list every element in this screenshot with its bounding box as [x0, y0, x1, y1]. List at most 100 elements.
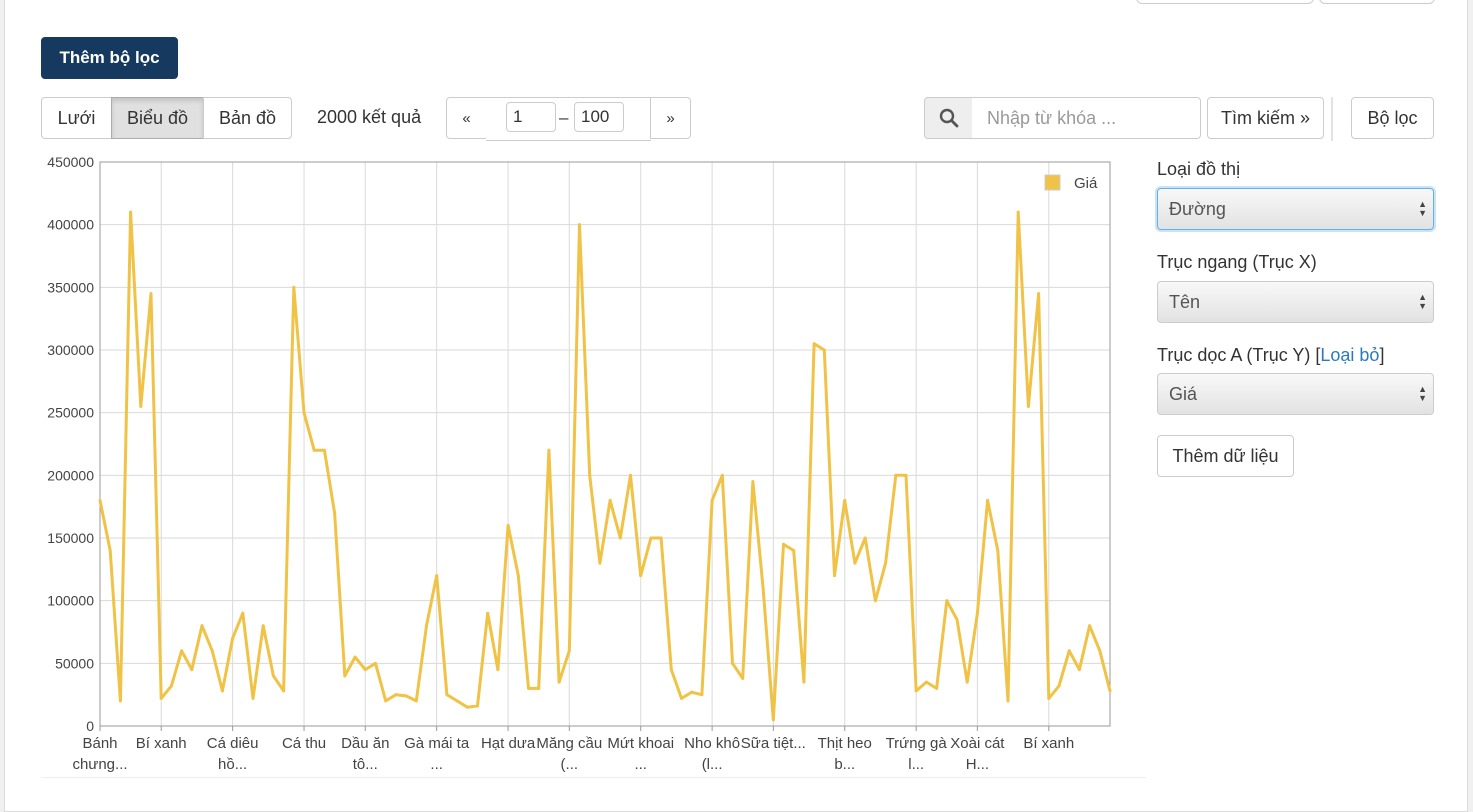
data-point — [1088, 624, 1092, 628]
data-point — [700, 693, 704, 697]
top-button-left[interactable] — [1136, 0, 1314, 4]
view-chart-button[interactable]: Biểu đồ — [111, 97, 204, 139]
data-point — [251, 696, 255, 700]
data-point — [873, 599, 877, 603]
range-separator: – — [559, 108, 569, 127]
y-tick-label: 250000 — [47, 405, 94, 421]
data-point — [629, 473, 633, 477]
y-tick-label: 350000 — [47, 279, 94, 295]
data-point — [710, 498, 714, 502]
data-point — [996, 549, 1000, 553]
data-point — [1077, 668, 1081, 672]
y-tick-label: 300000 — [47, 342, 94, 358]
chart-type-select[interactable]: Đường ▲ ▼ — [1157, 188, 1434, 230]
add-data-button[interactable]: Thêm dữ liệu — [1157, 435, 1294, 477]
data-point — [322, 448, 326, 452]
data-point — [180, 649, 184, 653]
data-point — [690, 690, 694, 694]
y-tick-label: 450000 — [47, 154, 94, 170]
y-tick-label: 150000 — [47, 530, 94, 546]
data-point — [904, 473, 908, 477]
x-tick-label: hồ... — [218, 756, 247, 773]
data-point — [220, 689, 224, 693]
y-tick-label: 100000 — [47, 593, 94, 609]
select-arrows-icon: ▲ ▼ — [1418, 199, 1427, 218]
data-point — [445, 693, 449, 697]
range-to-input[interactable]: 100 — [574, 102, 624, 132]
data-point — [894, 473, 898, 477]
next-page-button[interactable]: » — [650, 97, 691, 139]
x-tick-label: Măng cầu — [536, 735, 602, 752]
select-arrows-icon: ▲ ▼ — [1418, 292, 1427, 311]
data-point — [608, 498, 612, 502]
data-point — [965, 680, 969, 684]
data-point — [169, 684, 173, 688]
data-point — [945, 599, 949, 603]
add-filter-button[interactable]: Thêm bộ lọc — [41, 37, 178, 79]
data-point — [975, 611, 979, 615]
data-point — [618, 536, 622, 540]
data-point — [292, 285, 296, 289]
y-axis-label-text: Trục dọc A (Trục Y) [ — [1157, 345, 1321, 365]
x-tick-label: Bí xanh — [136, 735, 187, 752]
data-point — [924, 680, 928, 684]
filter-button[interactable]: Bộ lọc — [1351, 97, 1434, 139]
data-point — [118, 699, 122, 703]
data-point — [547, 448, 551, 452]
data-point — [588, 473, 592, 477]
x-axis-select[interactable]: Tên ▲ ▼ — [1157, 281, 1434, 323]
data-point — [955, 617, 959, 621]
data-point — [414, 699, 418, 703]
view-map-button[interactable]: Bản đồ — [203, 97, 292, 139]
search-input[interactable]: Nhập từ khóa ... — [972, 97, 1201, 139]
prev-page-button[interactable]: « — [446, 97, 487, 139]
data-point — [455, 699, 459, 703]
data-point — [333, 511, 337, 515]
data-point — [343, 674, 347, 678]
data-point — [863, 536, 867, 540]
data-point — [404, 694, 408, 698]
data-point — [159, 696, 163, 700]
data-point — [812, 342, 816, 346]
select-arrows-icon: ▲ ▼ — [1418, 384, 1427, 403]
y-axis-select[interactable]: Giá ▲ ▼ — [1157, 373, 1434, 415]
data-point — [598, 561, 602, 565]
data-point — [282, 689, 286, 693]
remove-y-axis-link[interactable]: Loại bỏ — [1320, 345, 1379, 365]
search-button[interactable]: Tìm kiếm » — [1207, 97, 1324, 139]
x-tick-label: Nho khô — [684, 735, 740, 752]
data-point — [302, 411, 306, 415]
legend-label: Giá — [1074, 175, 1098, 192]
data-point — [822, 348, 826, 352]
y-tick-label: 50000 — [55, 655, 94, 671]
x-tick-label: Thịt heo — [818, 735, 872, 752]
data-point — [394, 693, 398, 697]
x-tick-label: Bánh — [82, 735, 117, 752]
data-point — [384, 699, 388, 703]
legend-swatch — [1044, 174, 1061, 191]
x-tick-label: Dầu ăn — [341, 735, 389, 752]
data-point — [139, 404, 143, 408]
data-point — [190, 668, 194, 672]
data-point — [577, 223, 581, 227]
data-point — [465, 705, 469, 709]
data-point — [741, 676, 745, 680]
chart-divider — [41, 777, 1146, 778]
data-point — [1108, 689, 1112, 693]
x-tick-label: Cá diêu — [207, 735, 259, 752]
x-tick-label: Trứng gà — [886, 735, 948, 752]
data-point — [98, 498, 102, 502]
y-tick-label: 400000 — [47, 217, 94, 233]
data-point — [496, 668, 500, 672]
x-tick-label: chưng... — [72, 756, 127, 773]
y-tick-label: 200000 — [47, 467, 94, 483]
x-tick-label: Gà mái ta — [404, 735, 470, 752]
data-point — [792, 549, 796, 553]
range-from-input[interactable]: 1 — [506, 102, 556, 132]
x-tick-label: ... — [430, 756, 443, 773]
data-point — [353, 655, 357, 659]
data-point — [129, 210, 133, 214]
view-grid-button[interactable]: Lưới — [41, 97, 112, 139]
plot-border — [99, 161, 1111, 727]
top-button-right[interactable] — [1319, 0, 1435, 4]
